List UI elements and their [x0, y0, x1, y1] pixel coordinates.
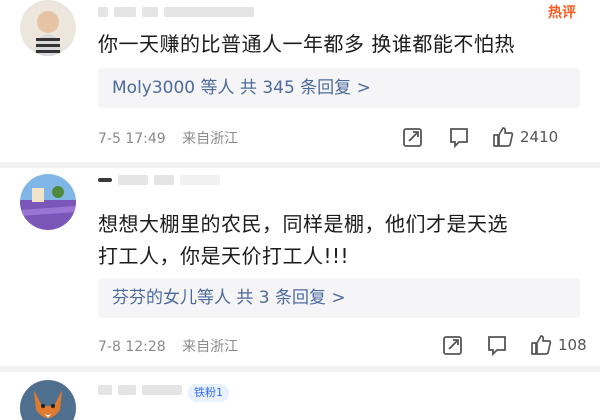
comment-icon[interactable] — [486, 334, 508, 357]
comment-actions: 2410 — [380, 126, 580, 150]
comment-text: 想想大棚里的农民，同样是棚，他们才是天选打工人，你是天价打工人!!! — [98, 212, 508, 268]
comment-date: 7-5 17:49 — [98, 131, 166, 147]
fan-badge: 铁粉1 — [188, 384, 229, 402]
comment-text: 你一天赚的比普通人一年都多 换谁都能不怕热 — [98, 32, 515, 56]
comment-meta: 7-8 12:28 来自浙江 — [98, 336, 250, 356]
replies-link[interactable]: 芬芬的女儿等人 共 3 条回复 > — [98, 278, 580, 318]
avatar[interactable] — [20, 380, 76, 420]
comment-icon[interactable] — [448, 126, 470, 149]
comment-meta: 7-5 17:49 来自浙江 — [98, 128, 250, 148]
comment-location: 来自浙江 — [182, 131, 239, 147]
username[interactable] — [98, 172, 298, 196]
comment-item: 热评 你一天赚的比普通人一年都多 换谁都能不怕热 Moly3000 等人 共 3… — [0, 0, 600, 160]
comment-date: 7-8 12:28 — [98, 339, 166, 355]
comment-item: 想想大棚里的农民，同样是棚，他们才是天选打工人，你是天价打工人!!! 芬芬的女儿… — [0, 168, 600, 360]
like-count: 108 — [558, 336, 587, 354]
comment-actions: 108 — [380, 334, 587, 358]
like-icon[interactable] — [492, 126, 514, 148]
hot-comment-badge: 热评 — [548, 5, 576, 21]
username[interactable] — [98, 4, 298, 28]
share-icon[interactable] — [442, 334, 464, 356]
replies-link[interactable]: Moly3000 等人 共 345 条回复 > — [98, 68, 580, 108]
share-icon[interactable] — [402, 126, 424, 148]
comment-location: 来自浙江 — [182, 339, 239, 355]
like-count: 2410 — [520, 128, 559, 146]
avatar[interactable] — [20, 0, 76, 56]
comment-item: 铁粉1 — [0, 372, 600, 420]
like-icon[interactable] — [530, 334, 552, 356]
avatar[interactable] — [20, 174, 76, 230]
